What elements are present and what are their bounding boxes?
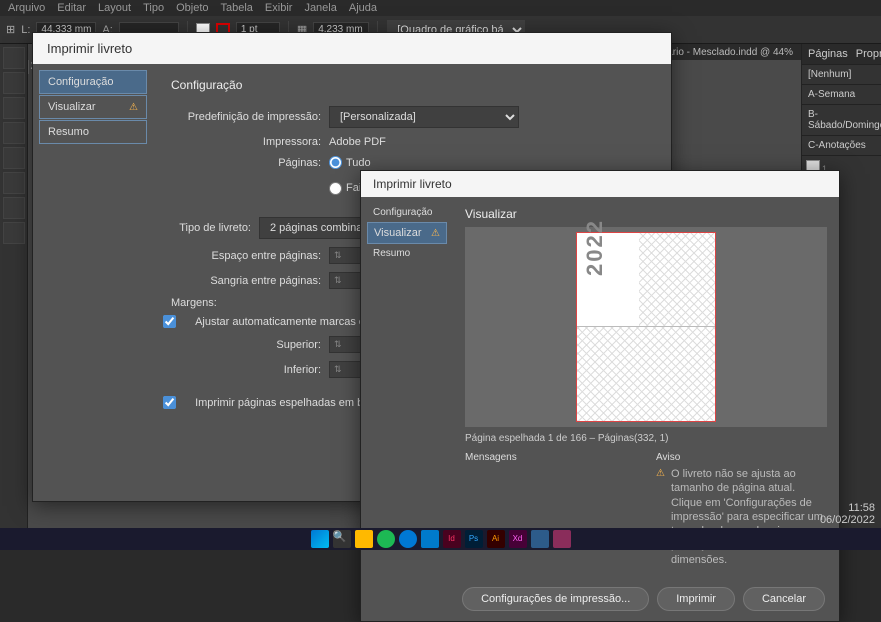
side-configuracao[interactable]: Configuração bbox=[367, 203, 447, 222]
dialog-sidebar: Configuração Visualizar⚠ Resumo bbox=[33, 64, 153, 474]
dialog-footer: Configurações de impressão... Imprimir C… bbox=[361, 577, 839, 621]
windows-taskbar: 🔍 Id Ps Ai Xd bbox=[0, 528, 881, 550]
side-resumo[interactable]: Resumo bbox=[367, 244, 447, 263]
edge-icon[interactable] bbox=[399, 530, 417, 548]
search-icon[interactable]: 🔍 bbox=[333, 530, 351, 548]
master-none[interactable]: [Nenhum] bbox=[802, 65, 881, 85]
illustrator-icon[interactable]: Ai bbox=[487, 530, 505, 548]
photoshop-icon[interactable]: Ps bbox=[465, 530, 483, 548]
printer-value: Adobe PDF bbox=[329, 136, 653, 148]
tab-paginas[interactable]: Páginas bbox=[808, 48, 848, 60]
warnings-heading: Aviso bbox=[656, 452, 827, 463]
tool-icon[interactable] bbox=[3, 222, 25, 244]
messages-heading: Mensagens bbox=[465, 452, 636, 463]
system-clock[interactable]: 11:5806/02/2022 bbox=[820, 502, 875, 526]
anchor-icon[interactable]: ⊞ bbox=[6, 23, 15, 36]
tool-icon[interactable] bbox=[3, 97, 25, 119]
warning-icon: ⚠ bbox=[656, 467, 665, 567]
print-settings-button[interactable]: Configurações de impressão... bbox=[462, 587, 649, 611]
tool-icon[interactable] bbox=[3, 197, 25, 219]
left-toolbox bbox=[0, 44, 28, 528]
print-button[interactable]: Imprimir bbox=[657, 587, 735, 611]
dialog-title: Imprimir livreto bbox=[33, 33, 671, 64]
menu-layout[interactable]: Layout bbox=[98, 2, 131, 14]
menu-tipo[interactable]: Tipo bbox=[143, 2, 164, 14]
spread-preview: 2022 bbox=[576, 232, 716, 422]
pages-range-radio[interactable] bbox=[329, 182, 342, 195]
auto-fit-checkbox[interactable] bbox=[163, 315, 176, 328]
side-configuracao[interactable]: Configuração bbox=[39, 70, 147, 94]
spotify-icon[interactable] bbox=[377, 530, 395, 548]
menu-janela[interactable]: Janela bbox=[304, 2, 336, 14]
preset-select[interactable]: [Personalizada] bbox=[329, 106, 519, 128]
menu-tabela[interactable]: Tabela bbox=[221, 2, 253, 14]
vscode-icon[interactable] bbox=[421, 530, 439, 548]
preview-area: 2022 bbox=[465, 227, 827, 427]
cancel-button[interactable]: Cancelar bbox=[743, 587, 825, 611]
menubar: Arquivo Editar Layout Tipo Objeto Tabela… bbox=[0, 0, 881, 16]
menu-arquivo[interactable]: Arquivo bbox=[8, 2, 45, 14]
menu-ajuda[interactable]: Ajuda bbox=[349, 2, 377, 14]
master-b[interactable]: B-Sábado/Domingo bbox=[802, 105, 881, 136]
tool-icon[interactable] bbox=[3, 72, 25, 94]
master-c[interactable]: C-Anotações bbox=[802, 136, 881, 156]
start-icon[interactable] bbox=[311, 530, 329, 548]
tab-propriedades[interactable]: Proprie bbox=[856, 48, 881, 60]
warning-icon: ⚠ bbox=[129, 102, 138, 113]
dialog-title: Imprimir livreto bbox=[361, 171, 839, 197]
tool-icon[interactable] bbox=[3, 122, 25, 144]
warning-icon: ⚠ bbox=[431, 228, 440, 239]
dialog-sidebar: Configuração Visualizar⚠ Resumo bbox=[361, 197, 453, 577]
xd-icon[interactable]: Xd bbox=[509, 530, 527, 548]
indesign-icon[interactable]: Id bbox=[443, 530, 461, 548]
tool-icon[interactable] bbox=[3, 172, 25, 194]
master-a[interactable]: A-Semana bbox=[802, 85, 881, 105]
app-icon[interactable] bbox=[553, 530, 571, 548]
section-heading: Visualizar bbox=[465, 207, 827, 221]
tool-icon[interactable] bbox=[3, 147, 25, 169]
section-heading: Configuração bbox=[171, 78, 653, 92]
mirror-checkbox[interactable] bbox=[163, 396, 176, 409]
pages-all-radio[interactable] bbox=[329, 156, 342, 169]
menu-objeto[interactable]: Objeto bbox=[176, 2, 208, 14]
year-text: 2022 bbox=[582, 219, 608, 276]
app-icon[interactable] bbox=[531, 530, 549, 548]
side-resumo[interactable]: Resumo bbox=[39, 120, 147, 144]
page-info: Página espelhada 1 de 166 – Páginas(332,… bbox=[465, 433, 827, 444]
side-visualizar[interactable]: Visualizar⚠ bbox=[39, 95, 147, 119]
menu-exibir[interactable]: Exibir bbox=[265, 2, 293, 14]
tool-icon[interactable] bbox=[3, 47, 25, 69]
side-visualizar[interactable]: Visualizar⚠ bbox=[367, 222, 447, 244]
warning-message: ⚠O livreto não se ajusta ao tamanho de p… bbox=[656, 467, 827, 567]
menu-editar[interactable]: Editar bbox=[57, 2, 86, 14]
explorer-icon[interactable] bbox=[355, 530, 373, 548]
print-booklet-preview-dialog: Imprimir livreto Configuração Visualizar… bbox=[360, 170, 840, 622]
